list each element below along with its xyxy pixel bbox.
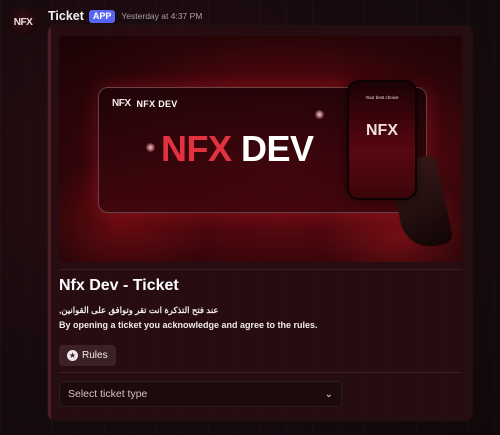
brand-logo-icon: NFX [112,98,131,109]
phone-logo-icon: NFX [366,122,398,139]
embed-description-arabic: عند فتح التذكرة انت تقر وتوافق على القوا… [59,305,219,315]
message-header: Ticket APP Yesterday at 4:37 PM [48,8,202,24]
timestamp[interactable]: Yesterday at 4:37 PM [121,11,202,21]
bot-avatar[interactable]: NFX [8,7,38,37]
avatar-logo: NFX [13,16,33,28]
brand-text: NFX DEV [136,98,178,109]
floating-orb-icon [315,110,324,119]
banner-inner-card: NFX NFX DEV NFX DEV Your best choice NFX [98,80,454,253]
embed-color-bar [48,26,51,420]
banner-title: NFX DEV [161,128,314,170]
embed-card: NFX NFX DEV NFX DEV Your best choice NFX… [48,26,472,420]
banner-brand: NFX NFX DEV [112,98,178,109]
embed-banner-image[interactable]: NFX NFX DEV NFX DEV Your best choice NFX [59,36,462,262]
star-icon: ★ [67,350,78,361]
phone-mockup: Your best choice NFX [347,80,417,200]
select-placeholder: Select ticket type [68,388,148,400]
app-badge: APP [88,9,116,23]
embed-title: Nfx Dev - Ticket [59,277,179,294]
banner-title-nfx: NFX [161,128,232,169]
rules-button[interactable]: ★ Rules [59,345,116,366]
divider [59,269,462,270]
embed-description-english: By opening a ticket you acknowledge and … [59,320,318,330]
ticket-type-select[interactable]: Select ticket type ⌄ [59,381,342,407]
banner-title-dev: DEV [241,128,314,169]
phone-caption: Your best choice [365,95,399,100]
chevron-down-icon: ⌄ [324,388,333,400]
rules-button-label: Rules [82,350,108,361]
divider [59,372,462,373]
username[interactable]: Ticket [48,9,84,23]
floating-orb-icon [146,143,155,152]
